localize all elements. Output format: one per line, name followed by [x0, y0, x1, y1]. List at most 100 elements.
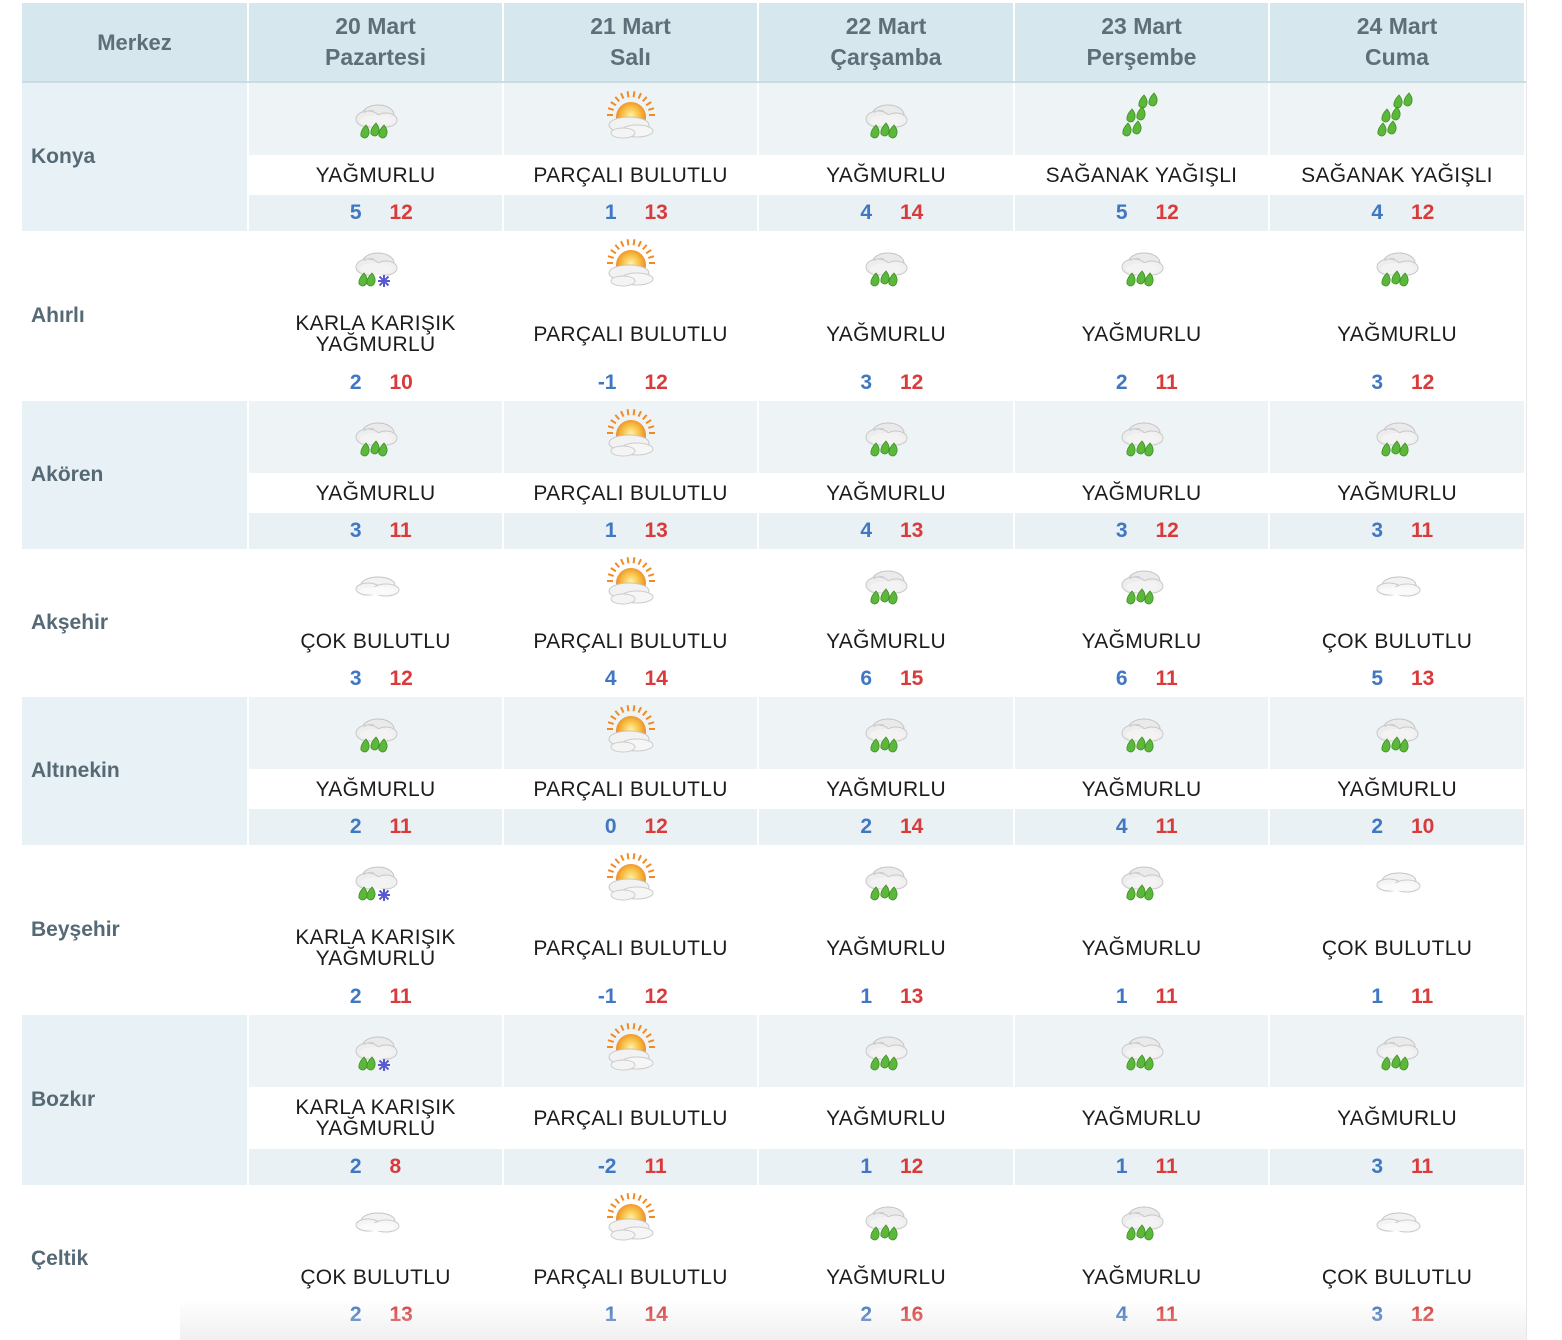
min-temperature: 1 — [1115, 985, 1128, 1008]
max-temperature: 11 — [1155, 815, 1178, 838]
max-temperature: 12 — [644, 371, 668, 394]
cloudy-icon — [1270, 845, 1524, 917]
day-weekday: Çarşamba — [830, 44, 942, 70]
max-temperature: 11 — [389, 985, 412, 1008]
max-temperature: 11 — [389, 815, 412, 838]
temperature-range: 4 11 — [1015, 1297, 1268, 1333]
temperature-range: 3 11 — [1270, 1149, 1524, 1185]
weather-description: ÇOK BULUTLU — [249, 621, 502, 661]
city-row: Altınekin YAĞMURLU 2 11 PARÇALI BULUTLU 0 12 YA… — [22, 697, 1526, 845]
forecast-cell: YAĞMURLU 3 12 — [1269, 231, 1526, 401]
rain-icon — [249, 697, 502, 769]
forecast-cell: YAĞMURLU 4 14 — [758, 82, 1015, 231]
min-temperature: 4 — [1371, 201, 1383, 224]
min-temperature: -2 — [597, 1155, 617, 1178]
min-temperature: 2 — [349, 371, 362, 394]
min-temperature: 3 — [349, 519, 362, 542]
weather-description: YAĞMURLU — [1270, 303, 1524, 365]
weather-description: YAĞMURLU — [759, 1257, 1013, 1297]
max-temperature: 12 — [644, 815, 668, 838]
max-temperature: 13 — [900, 519, 924, 542]
forecast-cell: YAĞMURLU 1 13 — [758, 845, 1015, 1015]
day-header-1: 20 Mart Pazartesi — [248, 3, 504, 83]
min-temperature: 1 — [860, 1155, 872, 1178]
min-temperature: 4 — [860, 519, 872, 542]
max-temperature: 10 — [389, 371, 413, 394]
temperature-range: 6 11 — [1015, 661, 1268, 697]
min-temperature: 5 — [1115, 201, 1128, 224]
forecast-cell: PARÇALI BULUTLU 4 14 — [503, 549, 759, 697]
forecast-cell: YAĞMURLU 3 12 — [1014, 401, 1270, 549]
city-name: Akören — [22, 401, 249, 549]
max-temperature: 15 — [900, 667, 924, 690]
weather-description: PARÇALI BULUTLU — [504, 303, 757, 365]
weather-description: KARLA KARIŞIK YAĞMURLU — [249, 1087, 502, 1149]
min-temperature: 2 — [349, 985, 362, 1008]
weather-description: SAĞANAK YAĞIŞLI — [1270, 155, 1524, 195]
min-temperature: 1 — [604, 519, 617, 542]
min-temperature: 2 — [1371, 815, 1383, 838]
city-row: Konya YAĞMURLU 5 12 PARÇALI BULUTLU 1 13 YAĞMUR… — [22, 82, 1526, 231]
weather-description: YAĞMURLU — [249, 155, 502, 195]
temperature-range: 2 11 — [249, 809, 502, 845]
cloudy-icon — [249, 549, 502, 621]
weather-description: YAĞMURLU — [249, 769, 502, 809]
temperature-range: 1 13 — [504, 195, 757, 231]
weather-description: ÇOK BULUTLU — [249, 1257, 502, 1297]
rain-icon — [759, 231, 1013, 303]
min-temperature: -1 — [597, 985, 617, 1008]
rain-icon — [1270, 401, 1524, 473]
forecast-cell: PARÇALI BULUTLU 1 13 — [503, 401, 759, 549]
day-header-3: 22 Mart Çarşamba — [758, 3, 1015, 83]
rain-icon — [1015, 231, 1268, 303]
min-temperature: 0 — [604, 815, 617, 838]
forecast-cell: YAĞMURLU 6 15 — [758, 549, 1015, 697]
merkez-label: Merkez — [97, 29, 172, 55]
temperature-range: 2 13 — [249, 1297, 502, 1333]
max-temperature: 12 — [644, 985, 668, 1008]
forecast-cell: YAĞMURLU 1 11 — [1014, 1015, 1270, 1185]
max-temperature: 11 — [1411, 985, 1434, 1008]
min-temperature: 3 — [1371, 519, 1383, 542]
city-row: Akören YAĞMURLU 3 11 PARÇALI BULUTLU 1 13 YAĞMU… — [22, 401, 1526, 549]
forecast-cell: YAĞMURLU 3 12 — [758, 231, 1015, 401]
scrollbar-track[interactable] — [1526, 0, 1562, 1340]
min-temperature: 5 — [1371, 667, 1383, 690]
rain-icon — [1270, 231, 1524, 303]
temperature-range: 5 12 — [1015, 195, 1268, 231]
forecast-cell: YAĞMURLU 2 10 — [1269, 697, 1526, 845]
day-header-4: 23 Mart Perşembe — [1014, 3, 1270, 83]
weather-description: YAĞMURLU — [1015, 769, 1268, 809]
min-temperature: 2 — [349, 1155, 362, 1178]
temperature-range: 3 11 — [1270, 513, 1524, 549]
max-temperature: 13 — [389, 1303, 413, 1326]
weather-description: ÇOK BULUTLU — [1270, 1257, 1524, 1297]
forecast-cell: ÇOK BULUTLU 2 13 — [248, 1185, 504, 1333]
rain-icon — [759, 83, 1013, 155]
temperature-range: 4 14 — [759, 195, 1013, 231]
max-temperature: 11 — [1155, 1303, 1178, 1326]
max-temperature: 12 — [1155, 201, 1179, 224]
temperature-range: 3 12 — [759, 365, 1013, 401]
rain-icon — [249, 401, 502, 473]
temperature-range: 2 11 — [249, 979, 502, 1015]
day-date: 21 Mart — [590, 13, 671, 39]
min-temperature: 3 — [1371, 371, 1383, 394]
partly-cloudy-icon — [504, 697, 757, 769]
max-temperature: 11 — [1411, 519, 1434, 542]
weather-description: YAĞMURLU — [1015, 473, 1268, 513]
weather-description: YAĞMURLU — [1015, 621, 1268, 661]
weather-description: PARÇALI BULUTLU — [504, 917, 757, 979]
showers-icon — [1015, 83, 1268, 155]
weather-description: YAĞMURLU — [1270, 1087, 1524, 1149]
cloudy-icon — [249, 1185, 502, 1257]
max-temperature: 14 — [644, 1303, 668, 1326]
weather-description: PARÇALI BULUTLU — [504, 769, 757, 809]
min-temperature: 3 — [860, 371, 872, 394]
weather-description: KARLA KARIŞIK YAĞMURLU — [249, 303, 502, 365]
forecast-table: Merkez 20 Mart Pazartesi 21 Mart Salı 22 Mar… — [22, 3, 1526, 1333]
weather-description: YAĞMURLU — [1015, 1257, 1268, 1297]
cloudy-icon — [1270, 549, 1524, 621]
weather-description: PARÇALI BULUTLU — [504, 1087, 757, 1149]
forecast-cell: SAĞANAK YAĞIŞLI 5 12 — [1014, 82, 1270, 231]
